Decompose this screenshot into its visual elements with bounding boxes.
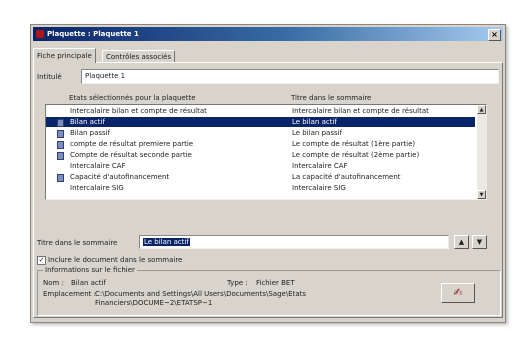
list-item-title: Intercalaire CAF — [292, 162, 348, 170]
list-item-title: Intercalaire SIG — [292, 184, 346, 192]
list-item-name: Compte de résultat seconde partie — [70, 151, 192, 159]
include-checkbox[interactable]: ✓ — [37, 256, 46, 265]
signature-edit-button[interactable]: ✍ — [441, 283, 475, 303]
type-value: Fichier BET — [256, 279, 295, 287]
tab-fiche-principale[interactable]: Fiche principale — [33, 48, 96, 63]
close-button[interactable]: × — [488, 29, 501, 41]
list-item[interactable]: Capacité d'autofinancement La capacité d… — [46, 172, 475, 182]
scroll-up-icon[interactable]: ▲ — [477, 105, 486, 114]
titre-sommaire-input[interactable]: Le bilan actif — [139, 235, 449, 249]
titre-sommaire-label: Titre dans le sommaire — [37, 239, 118, 247]
list-item[interactable]: compte de résultat premiere partie Le co… — [46, 139, 475, 149]
window-title: Plaquette : Plaquette 1 — [47, 30, 139, 38]
list-item-title: Le compte de résultat (1ère partie) — [292, 140, 416, 148]
list-item-name: Intercalaire bilan et compte de résultat — [70, 107, 207, 115]
list-item-name: Intercalaire SIG — [70, 184, 124, 192]
plaquette-dialog: Plaquette : Plaquette 1 × Fiche principa… — [30, 24, 506, 323]
document-icon — [57, 152, 64, 160]
list-item[interactable]: Intercalaire CAF Intercalaire CAF — [46, 161, 475, 171]
nom-label: Nom : — [43, 279, 64, 287]
list-header-etats: Etats sélectionnés pour la plaquette — [69, 94, 196, 102]
intitule-label: Intitulé — [37, 73, 62, 81]
emplacement-line2: Financiers\DOCUME~2\ETATSP~1 — [95, 299, 213, 307]
info-group-legend: Informations sur le fichier — [43, 266, 137, 274]
emplacement-line1: C:\Documents and Settings\All Users\Docu… — [95, 290, 307, 298]
intitule-input[interactable]: Plaquette 1 — [81, 69, 499, 84]
type-label: Type : — [227, 279, 248, 287]
document-icon — [57, 119, 64, 127]
scroll-down-icon[interactable]: ▼ — [477, 190, 486, 199]
etats-list[interactable]: Intercalaire bilan et compte de résultat… — [45, 104, 487, 200]
title-bar[interactable]: Plaquette : Plaquette 1 × — [33, 27, 503, 41]
list-item[interactable]: Intercalaire SIG Intercalaire SIG — [46, 183, 475, 193]
emplacement-label: Emplacement : — [43, 290, 96, 298]
list-item[interactable]: Compte de résultat seconde partie Le com… — [46, 150, 475, 160]
list-item[interactable]: Intercalaire bilan et compte de résultat… — [46, 106, 475, 116]
list-item-name: Bilan actif — [70, 118, 105, 126]
list-item-selected[interactable]: Bilan actif Le bilan actif — [46, 117, 475, 127]
list-header-titre: Titre dans le sommaire — [291, 94, 372, 102]
app-icon — [36, 30, 44, 38]
list-item-name: compte de résultat premiere partie — [70, 140, 194, 148]
list-item-title: Le compte de résultat (2ème partie) — [292, 151, 420, 159]
document-icon — [57, 130, 64, 138]
list-item-title: Le bilan passif — [292, 129, 343, 137]
titre-sommaire-value: Le bilan actif — [143, 238, 190, 246]
document-icon — [57, 141, 64, 149]
include-label: Inclure le document dans le sommaire — [48, 256, 183, 264]
list-item-name: Intercalaire CAF — [70, 162, 126, 170]
list-item-title: Le bilan actif — [292, 118, 337, 126]
list-item-name: Capacité d'autofinancement — [70, 173, 170, 181]
list-item[interactable]: Bilan passif Le bilan passif — [46, 128, 475, 138]
document-icon — [57, 174, 64, 182]
move-up-button[interactable]: ▲ — [454, 235, 469, 249]
list-scrollbar[interactable]: ▲ ▼ — [477, 105, 486, 199]
signature-edit-icon: ✍ — [453, 286, 463, 299]
list-item-name: Bilan passif — [70, 129, 111, 137]
move-down-button[interactable]: ▼ — [472, 235, 487, 249]
list-item-title: Intercalaire bilan et compte de résultat — [292, 107, 429, 115]
nom-value: Bilan actif — [71, 279, 106, 287]
list-item-title: La capacité d'autofinancement — [292, 173, 401, 181]
